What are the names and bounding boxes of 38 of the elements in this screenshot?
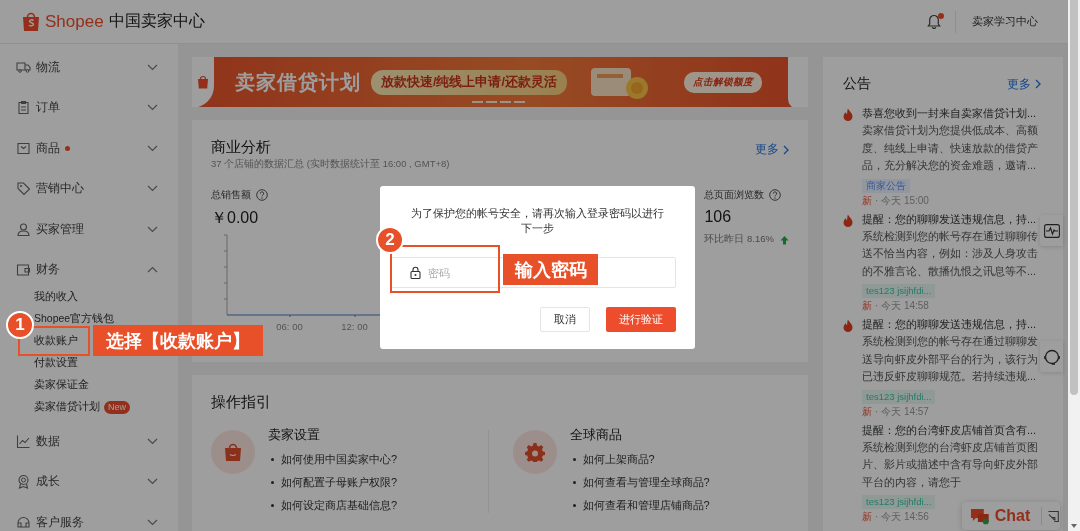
announcement-text: 卖家借贷计划为您提供低成本、高额度、纯线上申请、快速放款的借贷产品，充分解决您的资金难题，邀请... xyxy=(862,123,1039,173)
header-title: 中国卖家中心 xyxy=(108,11,205,31)
chat-label: Chat xyxy=(994,507,1031,525)
section-title: 商业分析 xyxy=(211,138,271,158)
metric-value: ￥0.00 xyxy=(211,208,259,229)
new-label: 新 xyxy=(862,194,872,207)
section-title: 操作指引 xyxy=(211,393,272,412)
announcement-text: 系统检测到您的帐号存在通过聊聊发送导向虾皮外部平台的行为，该行为已违反虾皮聊聊规范。若持续违规... xyxy=(862,334,1039,384)
metric-value: 106 xyxy=(704,208,732,227)
guide-section-title: 卖家设置 xyxy=(268,427,321,444)
new-label: 新 xyxy=(862,511,872,523)
card-title: 公告 xyxy=(843,75,871,93)
announcement-tag: tes123 jsijhfdi... xyxy=(862,389,936,404)
new-label: 新 xyxy=(862,405,872,418)
announcement-text: 系统检测到您的帐号存在通过聊聊传送不恰当内容，例如：涉及人身攻击的不雅言论、散播仇恨之讯息等不... xyxy=(862,228,1039,279)
announcement-time: · 今天 14:58 xyxy=(875,300,929,312)
section-subtitle: 37 个店铺的数据汇总 (实时数据统计至 16:00 , GMT+8) xyxy=(211,158,451,172)
metric-change: 环比昨日 8.16% xyxy=(704,233,774,247)
announcement-text: 系统检测到您的台湾虾皮店铺首页图片、影片或描述中含有导向虾皮外部平台的内容，请您于 xyxy=(862,439,1039,490)
banner-slogan: 放款快速/纯线上申请/还款灵活 xyxy=(371,69,567,95)
axis-label: 12: 00 xyxy=(340,321,369,333)
dialog-message: 为了保护您的帐号安全，请再次输入登录密码以进行下一步 xyxy=(409,206,665,236)
announcement-tag: 商家公告 xyxy=(862,178,910,193)
announcement-tag: tes123 jsijhfdi... xyxy=(862,284,936,298)
callout-tooltip: 选择【收款账户】 xyxy=(93,325,263,356)
announcement-time: · 今天 14:57 xyxy=(875,405,929,418)
brand-name: Shopee xyxy=(45,11,104,32)
metric-label: 总销售额 xyxy=(211,188,251,203)
callout-tooltip: 输入密码 xyxy=(503,254,598,285)
new-label: 新 xyxy=(862,300,872,312)
axis-label: 06: 00 xyxy=(275,321,304,333)
guide-section-title: 全球商品 xyxy=(569,427,623,444)
new-badge: New xyxy=(104,400,130,414)
banner-title: 卖家借贷计划 xyxy=(235,69,361,95)
announcement-tag: tes123 jsijhfdi... xyxy=(862,495,936,509)
metric-label: 总页面浏览数 xyxy=(704,188,765,203)
announcement-time: · 今天 15:00 xyxy=(875,194,929,207)
announcement-time: · 今天 14:56 xyxy=(875,511,929,523)
